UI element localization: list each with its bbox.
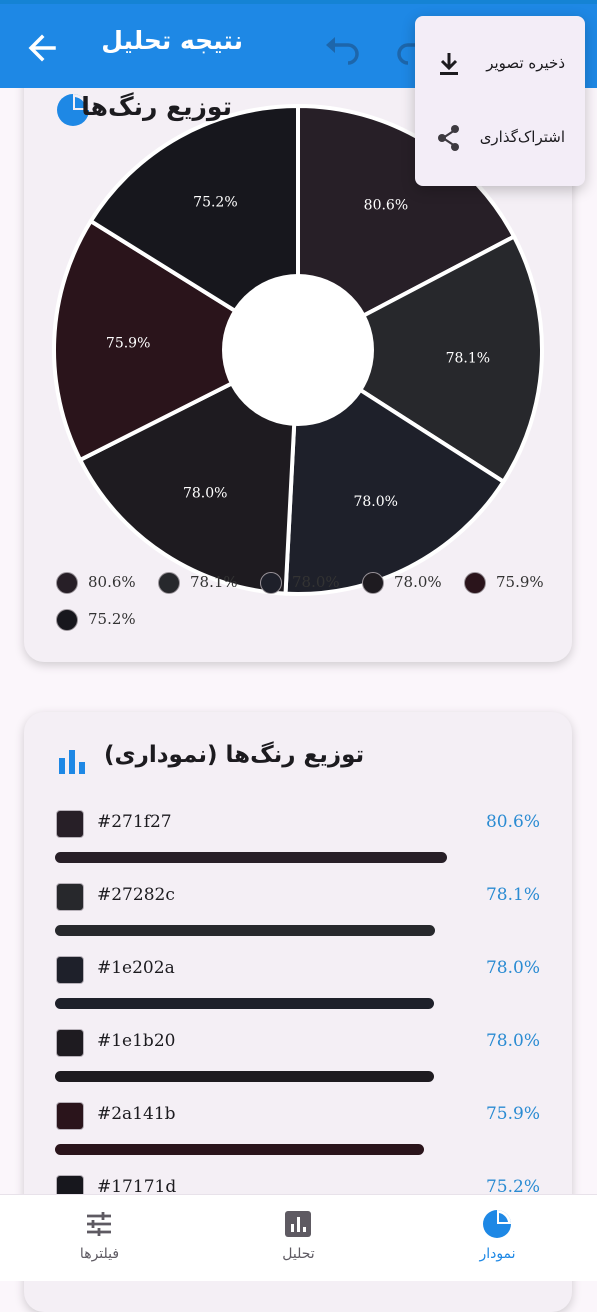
bar-row: #1e1b20 78.0% bbox=[24, 1029, 572, 1102]
pie-slice-label: 78.0% bbox=[183, 485, 227, 501]
menu-item-save-image[interactable]: ذخیره تصویر bbox=[415, 28, 585, 98]
pie-card-title: توزیع رنگ‌ها bbox=[81, 92, 232, 121]
nav-filters-label: فیلترها bbox=[79, 1246, 120, 1262]
menu-item-share[interactable]: اشتراک‌گذاری bbox=[415, 102, 585, 172]
color-bar bbox=[55, 852, 447, 863]
legend-swatch bbox=[260, 572, 282, 594]
color-hex-label: #2a141b bbox=[97, 1104, 176, 1124]
menu-item-save-label: ذخیره تصویر bbox=[486, 54, 565, 72]
nav-chart[interactable]: نمودار bbox=[398, 1195, 597, 1281]
color-hex-label: #271f27 bbox=[97, 812, 172, 832]
color-swatch bbox=[56, 1102, 84, 1130]
color-percent-label: 78.0% bbox=[485, 1031, 540, 1051]
back-arrow-icon[interactable] bbox=[24, 30, 60, 66]
legend-label: 78.0% bbox=[292, 573, 340, 591]
bar-chart-icon bbox=[59, 750, 85, 774]
pie-slice-label: 78.1% bbox=[446, 350, 490, 366]
nav-chart-label: نمودار bbox=[479, 1246, 516, 1262]
legend-label: 78.1% bbox=[190, 573, 238, 591]
legend-label: 78.0% bbox=[394, 573, 442, 591]
page-title: نتیجه تحلیل bbox=[101, 26, 243, 55]
color-hex-label: #1e1b20 bbox=[97, 1031, 176, 1051]
color-swatch bbox=[56, 883, 84, 911]
analytics-icon bbox=[285, 1211, 311, 1237]
bar-row: #1e202a 78.0% bbox=[24, 956, 572, 1029]
color-bar bbox=[55, 1071, 435, 1082]
overflow-menu: ذخیره تصویر اشتراک‌گذاری bbox=[415, 16, 585, 186]
bar-row: #2a141b 75.9% bbox=[24, 1102, 572, 1175]
tune-icon bbox=[87, 1212, 111, 1236]
undo-icon[interactable] bbox=[322, 32, 362, 66]
bar-card-title: توزیع رنگ‌ها (نموداری) bbox=[104, 742, 365, 768]
color-swatch bbox=[56, 1029, 84, 1057]
color-percent-label: 80.6% bbox=[485, 812, 540, 832]
color-hex-label: #27282c bbox=[97, 885, 175, 905]
pie-chart-icon bbox=[483, 1210, 511, 1238]
color-hex-label: #1e202a bbox=[97, 958, 175, 978]
pie-slice-label: 80.6% bbox=[364, 198, 408, 214]
bottom-navigation: فیلترها تحلیل نمودار bbox=[0, 1194, 597, 1281]
legend-label: 80.6% bbox=[88, 573, 136, 591]
pie-slice-label: 75.2% bbox=[193, 194, 237, 210]
color-bar bbox=[55, 998, 435, 1009]
pie-slice-label: 78.0% bbox=[353, 494, 397, 510]
legend-swatch bbox=[464, 572, 486, 594]
download-icon bbox=[440, 53, 458, 75]
nav-analysis-label: تحلیل bbox=[282, 1246, 315, 1262]
legend-swatch bbox=[56, 609, 78, 631]
bar-row: #271f27 80.6% bbox=[24, 810, 572, 883]
nav-filters[interactable]: فیلترها bbox=[0, 1195, 199, 1281]
color-percent-label: 75.9% bbox=[485, 1104, 540, 1124]
color-swatch bbox=[56, 810, 84, 838]
menu-item-share-label: اشتراک‌گذاری bbox=[479, 128, 565, 146]
color-bar bbox=[55, 925, 435, 936]
legend-swatch bbox=[158, 572, 180, 594]
legend-label: 75.2% bbox=[88, 610, 136, 628]
pie-slice-label: 75.9% bbox=[106, 335, 150, 351]
legend-swatch bbox=[56, 572, 78, 594]
legend-label: 75.9% bbox=[496, 573, 544, 591]
color-bar bbox=[55, 1144, 425, 1155]
share-icon bbox=[438, 125, 459, 151]
legend-swatch bbox=[362, 572, 384, 594]
color-percent-label: 78.0% bbox=[485, 958, 540, 978]
nav-analysis[interactable]: تحلیل bbox=[199, 1195, 398, 1281]
bar-row: #27282c 78.1% bbox=[24, 883, 572, 956]
color-percent-label: 78.1% bbox=[485, 885, 540, 905]
color-swatch bbox=[56, 956, 84, 984]
